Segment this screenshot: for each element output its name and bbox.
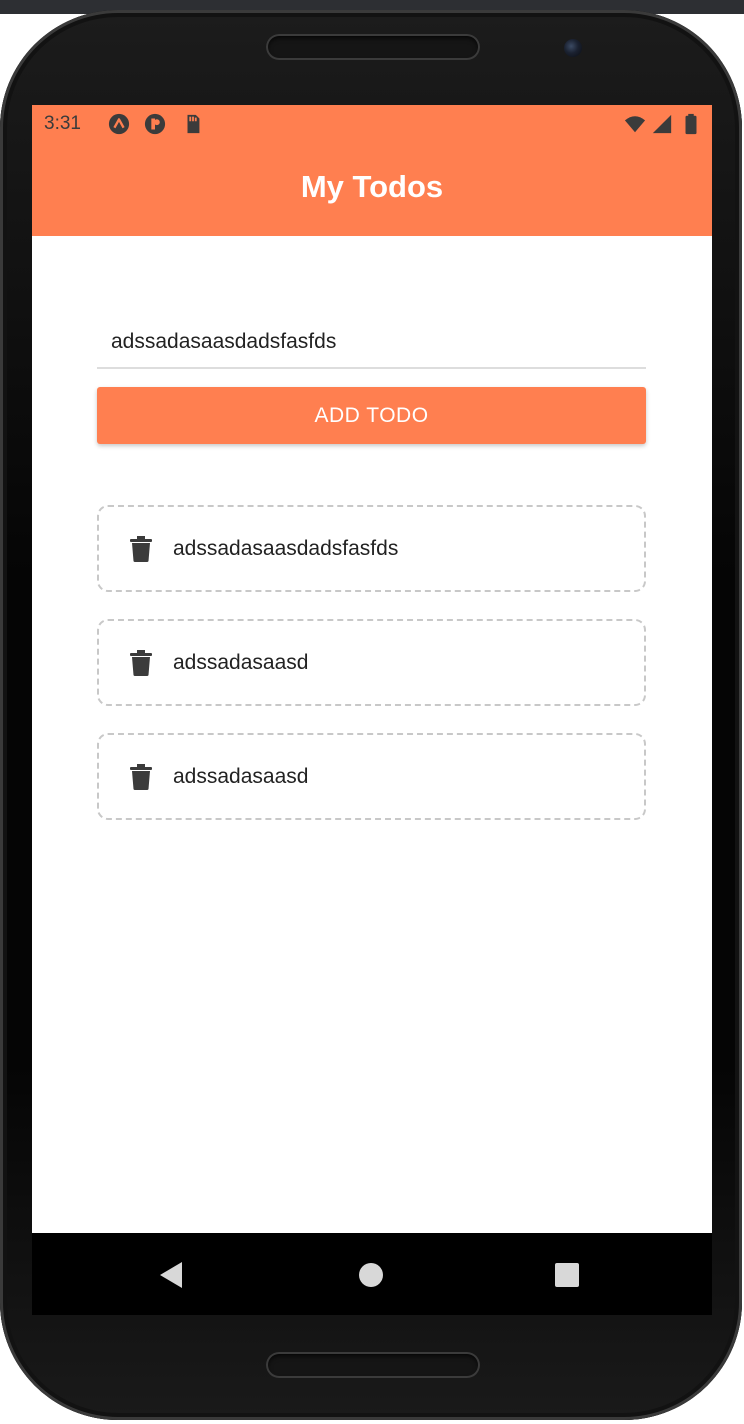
- wifi-icon: [624, 116, 646, 133]
- add-todo-button[interactable]: ADD TODO: [97, 387, 646, 444]
- top-speaker: [266, 34, 480, 60]
- expo-icon: [108, 113, 130, 135]
- page-title: My Todos: [300, 168, 444, 204]
- front-camera: [564, 39, 582, 57]
- bottom-speaker: [266, 1352, 480, 1378]
- todo-text: adssadasaasd: [173, 764, 309, 788]
- trash-icon[interactable]: [130, 650, 152, 676]
- todo-text: adssadasaasd: [173, 650, 309, 674]
- home-icon[interactable]: [353, 1257, 389, 1293]
- status-bar: 3:31: [32, 105, 712, 143]
- emulator-stage: 3:31 My Todos adssadasaasdadsfasfds ADD …: [0, 0, 744, 1424]
- navigation-bar: [32, 1233, 712, 1315]
- app-header: My Todos: [32, 143, 712, 236]
- sd-card-icon: [187, 114, 200, 134]
- app-notification-icon: [144, 113, 166, 135]
- recents-icon[interactable]: [549, 1257, 585, 1293]
- phone-screen: 3:31 My Todos adssadasaasdadsfasfds ADD …: [32, 105, 712, 1233]
- todo-input[interactable]: [97, 317, 646, 369]
- todo-item: adssadasaasd: [97, 619, 646, 706]
- todo-item: adssadasaasdadsfasfds: [97, 505, 646, 592]
- todo-text: adssadasaasdadsfasfds: [173, 536, 399, 560]
- signal-icon: [652, 114, 672, 134]
- status-time: 3:31: [44, 113, 81, 134]
- battery-icon: [685, 113, 697, 135]
- todo-list: adssadasaasdadsfasfds adssadasaasd adssa…: [97, 505, 646, 847]
- back-icon[interactable]: [154, 1257, 190, 1293]
- todo-item: adssadasaasd: [97, 733, 646, 820]
- trash-icon[interactable]: [130, 536, 152, 562]
- trash-icon[interactable]: [130, 764, 152, 790]
